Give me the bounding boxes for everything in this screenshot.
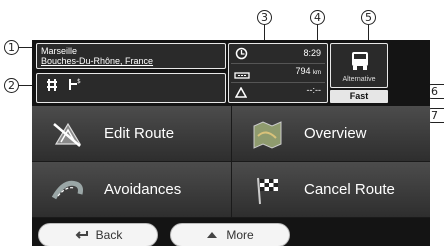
overview-label: Overview: [304, 125, 367, 142]
avoidances-button[interactable]: Avoidances: [32, 162, 231, 218]
overview-button[interactable]: Overview: [231, 106, 430, 162]
route-info-panel: $: [36, 73, 226, 103]
destination-city: Marseille: [41, 46, 78, 56]
edit-route-icon: [50, 118, 86, 150]
avoidances-label: Avoidances: [104, 181, 182, 198]
more-label: More: [226, 228, 254, 242]
callout-3: 3: [257, 10, 272, 25]
callout-1: 1: [4, 40, 19, 55]
destination-panel[interactable]: Marseille Bouches-Du-Rhône, France: [36, 43, 226, 69]
cancel-route-button[interactable]: Cancel Route: [231, 162, 430, 218]
svg-text:$: $: [77, 78, 81, 85]
back-arrow-icon: [74, 228, 88, 242]
railroad-crossing-icon: [45, 78, 59, 92]
clock-icon: [235, 47, 248, 60]
distance-number: 794: [295, 66, 311, 76]
route-type-panel[interactable]: Alternative: [330, 43, 388, 88]
route-mode-badge: Fast: [330, 90, 388, 103]
back-button[interactable]: Back: [38, 223, 158, 246]
callout-2: 2: [4, 78, 19, 93]
nav-screen: Marseille Bouches-Du-Rhône, France $ 8:2…: [32, 40, 430, 246]
distance-value: 794 km: [295, 66, 321, 76]
avoidances-icon: [50, 174, 86, 206]
delay-value: --:--: [306, 85, 322, 95]
callout-5: 5: [361, 10, 376, 25]
distance-icon: [234, 67, 250, 79]
route-stats-panel: 8:29 794 km --:--: [228, 43, 328, 103]
route-type-label: Alternative: [342, 76, 376, 83]
truck-icon: [349, 50, 371, 72]
map-icon: [250, 118, 286, 150]
back-label: Back: [95, 228, 123, 242]
checkered-flag-icon: [250, 174, 286, 206]
arrival-time: 8:29: [303, 48, 321, 58]
more-button[interactable]: More: [170, 223, 290, 246]
toll-road-icon: $: [67, 77, 83, 91]
distance-unit: km: [313, 70, 321, 76]
callout-4: 4: [310, 10, 325, 25]
warning-icon: [234, 85, 248, 98]
destination-region: Bouches-Du-Rhône, France: [41, 56, 154, 66]
cancel-route-label: Cancel Route: [304, 181, 395, 198]
chevron-up-icon: [206, 228, 218, 242]
edit-route-label: Edit Route: [104, 125, 175, 142]
edit-route-button[interactable]: Edit Route: [32, 106, 231, 162]
